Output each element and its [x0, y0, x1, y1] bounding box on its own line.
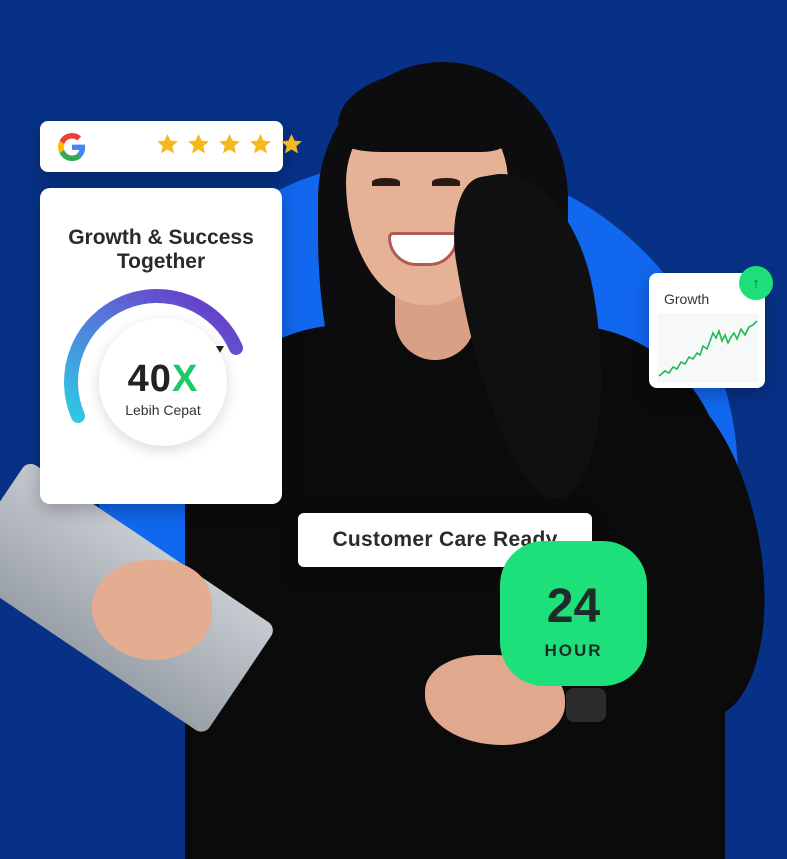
left-eye	[372, 178, 400, 186]
star-rating	[156, 132, 303, 156]
hour-number: 24	[546, 580, 601, 633]
hour-unit: HOUR	[544, 641, 603, 660]
right-eye	[432, 178, 460, 186]
star-icon	[157, 133, 178, 154]
mini-card-label: Growth	[664, 291, 710, 307]
star-icon	[188, 133, 209, 154]
star-icon	[281, 133, 302, 154]
gauge-label: Lebih Cepat	[125, 402, 201, 418]
growth-card-title: Growth & Success Together	[68, 226, 254, 273]
left-hand	[92, 560, 212, 660]
growth-sparkline	[657, 313, 759, 383]
growth-success-card: Growth & Success Together 40X Lebih Cepa…	[40, 188, 282, 504]
hero-scene: Growth & Success Together 40X Lebih Cepa…	[0, 0, 787, 859]
watch	[566, 688, 606, 722]
google-icon	[58, 133, 86, 161]
star-icon	[250, 133, 271, 154]
hour-badge: 24 HOUR	[500, 541, 647, 686]
star-icon	[219, 133, 240, 154]
up-arrow-icon: ↑	[739, 266, 773, 300]
rating-card	[40, 121, 302, 172]
gauge-value: 40X	[127, 358, 199, 400]
